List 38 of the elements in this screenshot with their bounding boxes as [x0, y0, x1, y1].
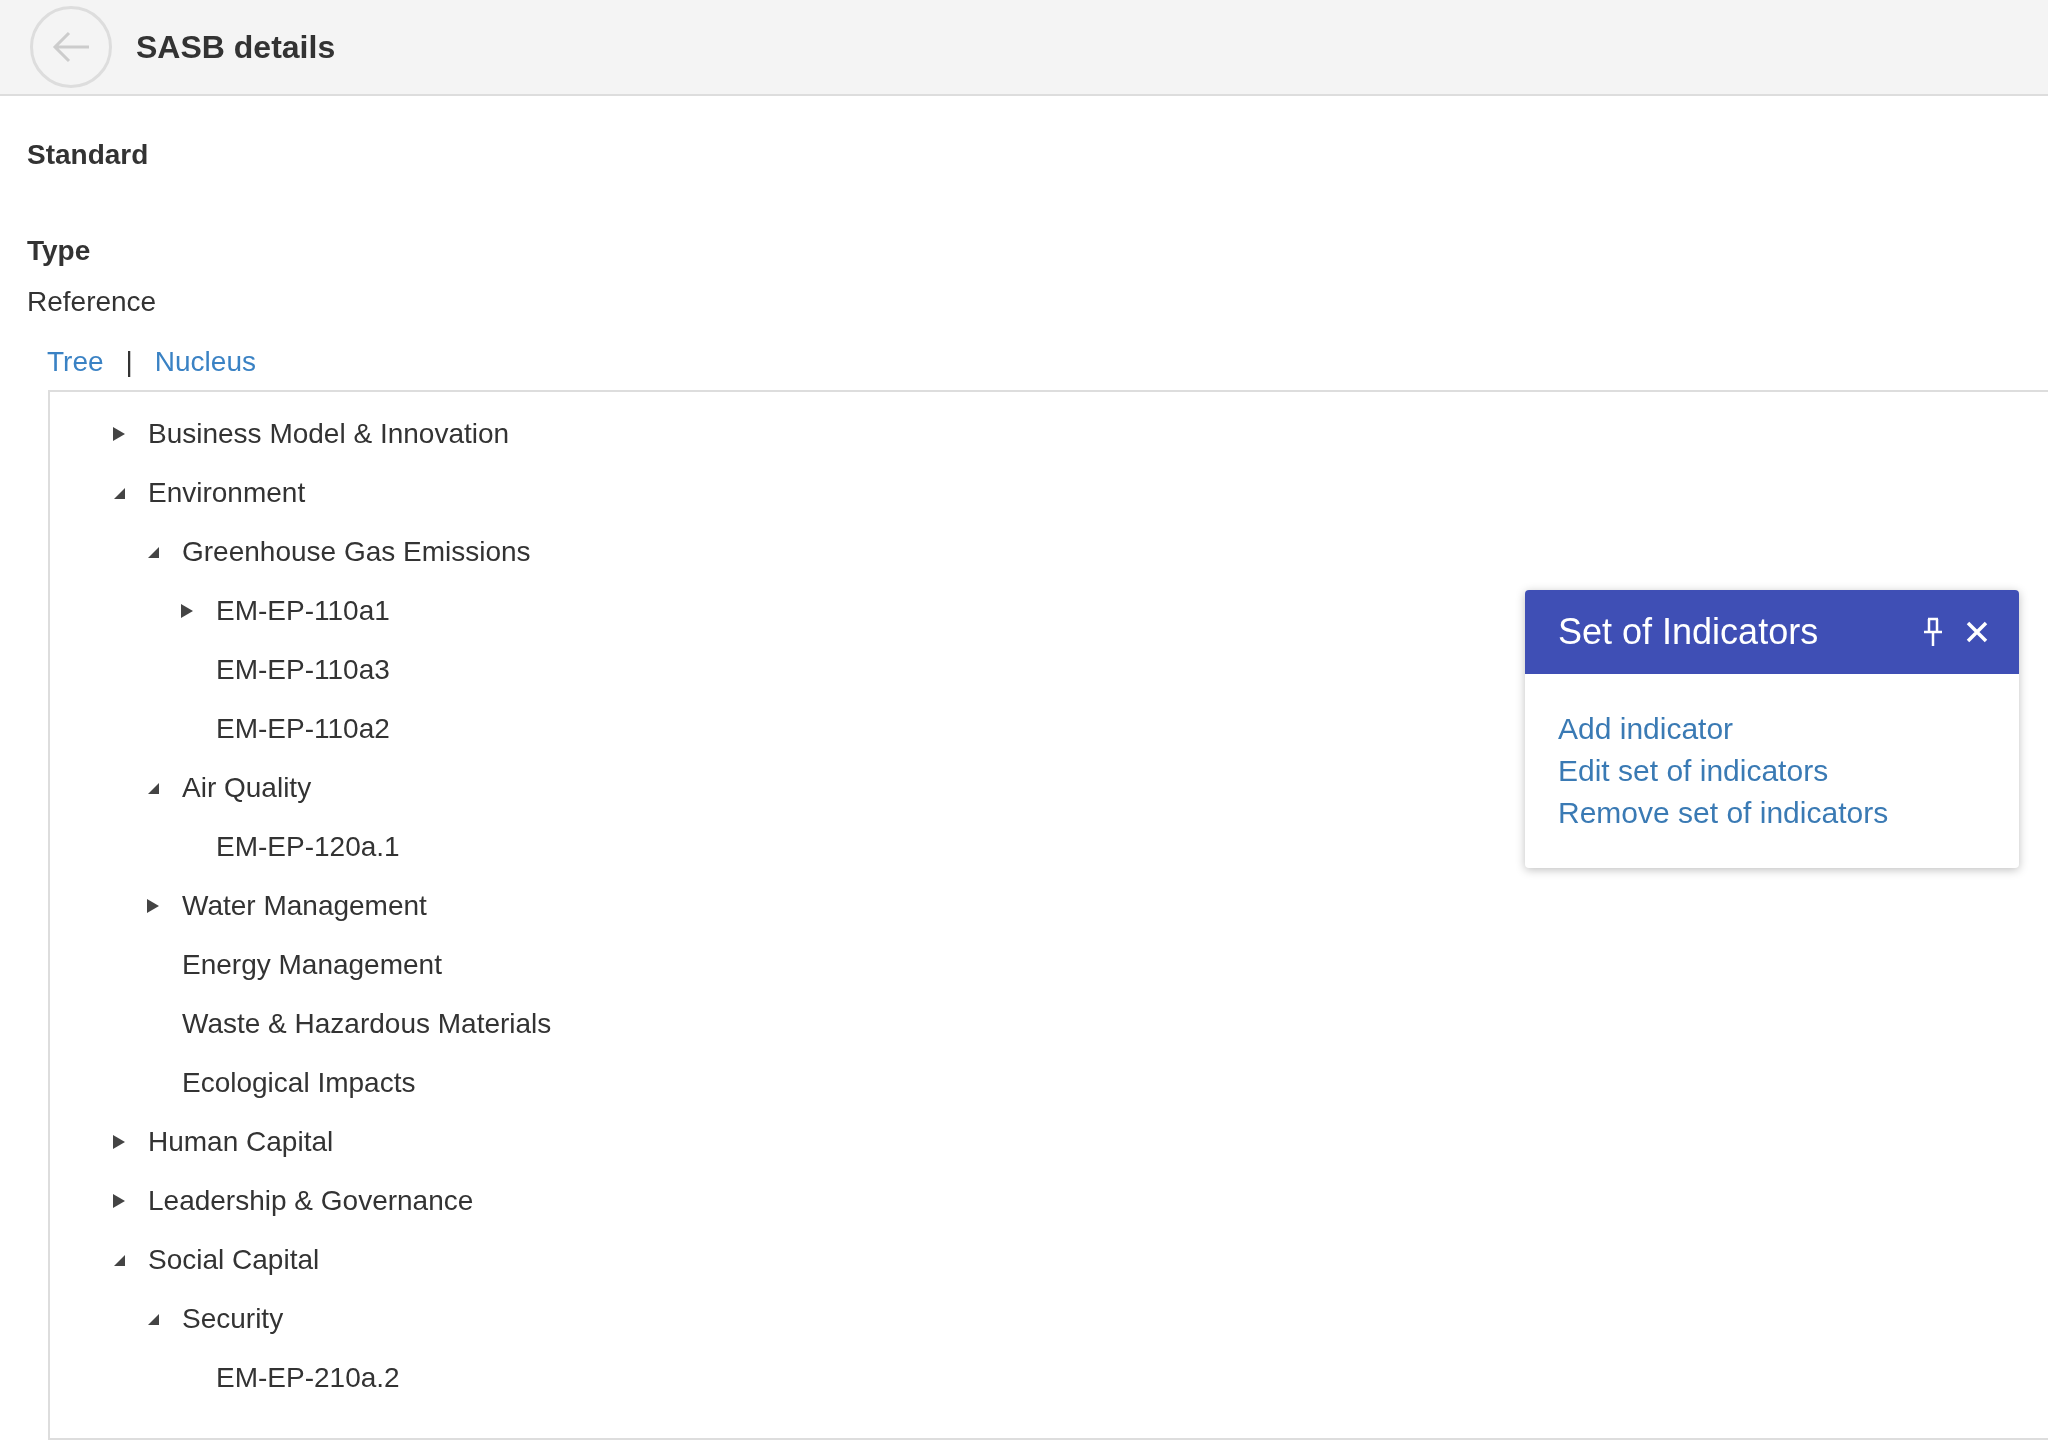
field-label: Standard	[27, 138, 150, 172]
action-link[interactable]: Remove set of indicators	[1558, 796, 1889, 830]
action-link[interactable]: Add indicator	[1558, 712, 1734, 746]
page-title: SASB details	[136, 28, 336, 66]
tree-item[interactable]: Waste & Hazardous Materials	[182, 1007, 552, 1040]
field-label: Type	[27, 234, 92, 268]
tree-item[interactable]: EM-EP-210a.2	[216, 1361, 400, 1394]
close-icon	[1965, 620, 1989, 644]
tree-item[interactable]: Business Model & Innovation	[148, 417, 510, 450]
tree-item[interactable]: Greenhouse Gas Emissions	[182, 535, 531, 568]
tree-item[interactable]: EM-EP-110a3	[216, 653, 390, 686]
tree-item[interactable]: Energy Management	[182, 948, 442, 981]
tree-item[interactable]: Environment	[148, 476, 306, 509]
triangle-right-icon	[146, 897, 160, 914]
tree-item[interactable]: EM-EP-110a1	[216, 594, 390, 627]
view-tab[interactable]: Tree	[47, 346, 104, 378]
tree-item[interactable]: Leadership & Governance	[148, 1184, 474, 1217]
tree-item[interactable]: Security	[182, 1302, 284, 1335]
tree-item[interactable]: Air Quality	[182, 771, 312, 804]
action-link[interactable]: Edit set of indicators	[1558, 754, 1829, 788]
tree-item[interactable]: EM-EP-120a.1	[216, 830, 400, 863]
popup-title: Set of Indicators	[1558, 611, 1820, 653]
tree-item[interactable]: Water Management	[182, 889, 427, 922]
pin-button[interactable]	[1923, 617, 1943, 647]
tree-item[interactable]: Ecological Impacts	[182, 1066, 416, 1099]
tree-item[interactable]: EM-EP-110a2	[216, 712, 390, 745]
tree-item[interactable]: Social Capital	[148, 1243, 320, 1276]
field-value: Reference	[27, 285, 158, 319]
triangle-right-icon	[112, 1192, 126, 1209]
triangle-right-icon	[180, 602, 194, 619]
view-tab[interactable]: Nucleus	[154, 346, 256, 378]
close-button[interactable]	[1965, 620, 1989, 644]
tree-item[interactable]: Human Capital	[148, 1125, 334, 1158]
pin-icon	[1923, 617, 1943, 647]
triangle-right-icon	[112, 425, 126, 442]
back-arrow-icon	[51, 30, 91, 64]
triangle-right-icon	[112, 1133, 126, 1150]
tab-separator: |	[125, 346, 133, 378]
